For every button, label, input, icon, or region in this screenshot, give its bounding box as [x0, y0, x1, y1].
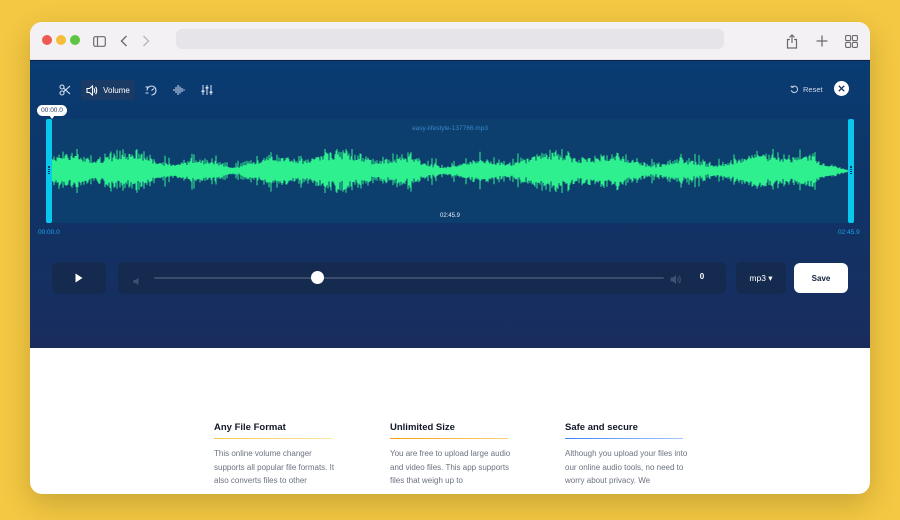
feature-unlimited-size: Unlimited Size You are free to upload la…: [390, 422, 520, 488]
volume-low-icon: [133, 273, 142, 291]
file-name: easy-lifestyle-137766.mp3: [412, 125, 488, 132]
audio-editor: Volume Reset 00:00.0 easy-lifestyle-1377…: [30, 60, 870, 348]
reset-label: Reset: [803, 84, 823, 94]
volume-slider-track[interactable]: [154, 277, 664, 279]
tab-overview-icon[interactable]: [844, 31, 858, 51]
equalizer-icon: [201, 85, 213, 95]
share-icon[interactable]: [785, 31, 799, 51]
scissors-icon: [59, 84, 71, 96]
feature-underline: [565, 438, 683, 439]
scissors-tool[interactable]: [54, 80, 76, 100]
maximize-window-button[interactable]: [70, 35, 80, 45]
handle-grip: [850, 166, 852, 174]
trim-end-handle[interactable]: [848, 119, 854, 223]
reset-icon: [790, 85, 799, 93]
start-marker: 00:00.0: [37, 105, 67, 119]
time-start: 00:00.0: [38, 229, 60, 236]
browser-window: Volume Reset 00:00.0 easy-lifestyle-1377…: [30, 22, 870, 494]
feature-text: You are free to upload large audio and v…: [390, 449, 511, 485]
play-icon: [75, 273, 83, 283]
volume-icon: [86, 84, 98, 96]
volume-tool-label: Volume: [103, 85, 130, 95]
save-button[interactable]: Save: [794, 263, 848, 293]
volume-tool[interactable]: Volume: [81, 80, 135, 100]
feature-title: Unlimited Size: [390, 422, 455, 433]
minimize-window-button[interactable]: [56, 35, 66, 45]
time-end: 02:45.9: [838, 229, 860, 236]
feature-text: This online volume changer supports all …: [214, 449, 335, 485]
speed-icon: [145, 84, 157, 96]
play-button[interactable]: [52, 262, 106, 294]
feature-any-format: Any File Format This online volume chang…: [214, 422, 344, 488]
waveform-icon: [173, 85, 185, 95]
feature-title: Any File Format: [214, 422, 286, 433]
back-icon[interactable]: [118, 31, 130, 51]
reset-button[interactable]: Reset: [790, 82, 823, 96]
feature-underline: [214, 438, 332, 439]
close-window-button[interactable]: [42, 35, 52, 45]
speed-tool[interactable]: [140, 80, 162, 100]
volume-value: 0: [699, 272, 705, 281]
waveform: [51, 149, 853, 193]
address-bar[interactable]: [176, 29, 724, 49]
new-tab-icon[interactable]: [815, 31, 829, 51]
format-select[interactable]: mp3 ▾: [736, 262, 786, 294]
volume-control: 0: [118, 262, 726, 294]
feature-safe-secure: Safe and secure Although you upload your…: [565, 422, 695, 488]
volume-high-icon: [670, 272, 682, 290]
feature-title: Safe and secure: [565, 422, 638, 433]
feature-text: Although you upload your files into our …: [565, 449, 688, 485]
trim-start-handle[interactable]: [46, 119, 52, 223]
volume-slider-thumb[interactable]: [310, 271, 324, 284]
sidebar-icon[interactable]: [92, 31, 106, 51]
equalizer-tool[interactable]: [196, 80, 218, 100]
duration-label: 02:45.9: [439, 213, 461, 219]
feature-underline: [390, 438, 508, 439]
waveform-area[interactable]: [46, 119, 854, 223]
waveform-tool[interactable]: [168, 80, 190, 100]
close-icon: [838, 85, 845, 92]
browser-toolbar: [30, 22, 870, 60]
forward-icon[interactable]: [140, 31, 152, 51]
close-editor-button[interactable]: [834, 81, 849, 96]
handle-grip: [48, 166, 50, 174]
